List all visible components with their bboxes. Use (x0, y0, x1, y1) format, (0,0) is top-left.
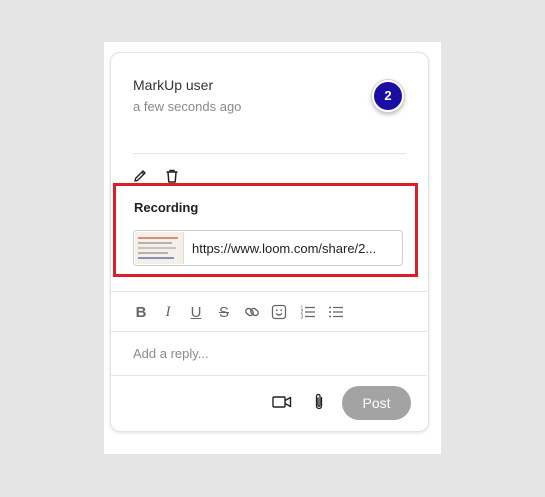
record-video-button[interactable] (272, 393, 292, 411)
recording-thumbnail (135, 232, 184, 264)
header-divider (133, 153, 406, 154)
pencil-icon (134, 170, 146, 182)
italic-icon: I (165, 303, 171, 320)
link-button[interactable] (243, 303, 261, 321)
reply-input[interactable] (133, 342, 403, 364)
underline-icon: U (190, 303, 202, 321)
link-icon (245, 307, 259, 317)
bold-button[interactable]: B (132, 303, 150, 321)
numbered-list-icon: 1 2 3 (301, 306, 315, 321)
bold-icon: B (135, 303, 147, 321)
reply-divider (110, 375, 427, 376)
bulleted-list-button[interactable] (327, 303, 345, 321)
recording-label: Recording (134, 200, 199, 215)
strikethrough-button[interactable]: S (215, 303, 233, 321)
underline-button[interactable]: U (187, 303, 205, 321)
numbered-list-button[interactable]: 1 2 3 (299, 303, 317, 321)
paperclip-icon (315, 393, 323, 410)
recording-link-url[interactable]: https://www.loom.com/share/2... (192, 241, 376, 256)
post-button[interactable]: Post (342, 386, 411, 420)
comment-timestamp: a few seconds ago (133, 99, 242, 114)
comment-author: MarkUp user (133, 77, 214, 93)
toolbar-top-divider (110, 291, 427, 292)
italic-button[interactable]: I (159, 303, 177, 321)
recording-link-field[interactable]: https://www.loom.com/share/2... (133, 230, 403, 266)
trash-icon (166, 169, 178, 183)
emoji-button[interactable] (270, 303, 288, 321)
video-camera-icon (272, 396, 292, 408)
svg-text:3: 3 (301, 315, 304, 321)
comment-pin-badge[interactable]: 2 (372, 80, 404, 112)
bulleted-list-icon (329, 306, 343, 318)
toolbar-bottom-divider (110, 331, 427, 332)
strikethrough-icon: S (218, 303, 229, 321)
emoji-icon (271, 304, 287, 320)
attach-file-button[interactable] (311, 393, 327, 411)
